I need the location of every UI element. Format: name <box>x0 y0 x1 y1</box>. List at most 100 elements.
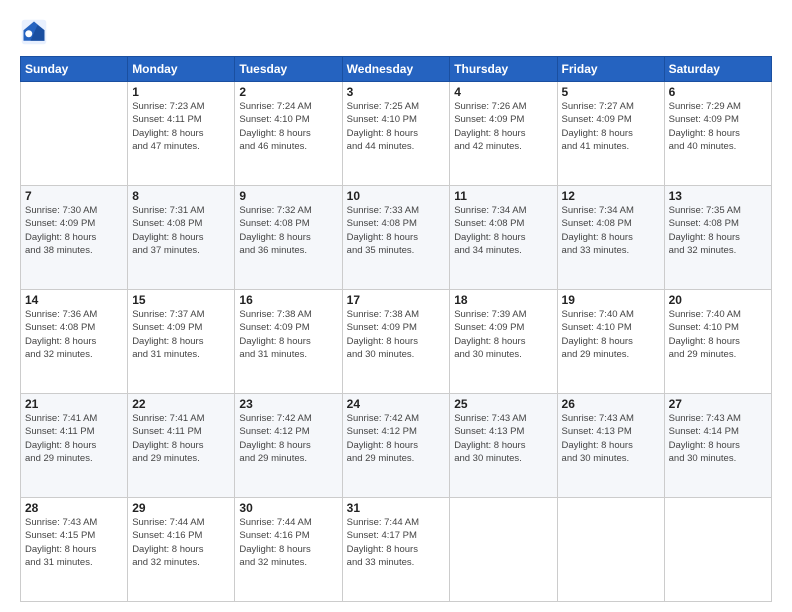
calendar-cell: 28Sunrise: 7:43 AM Sunset: 4:15 PM Dayli… <box>21 498 128 602</box>
day-info: Sunrise: 7:35 AM Sunset: 4:08 PM Dayligh… <box>669 204 767 257</box>
day-number: 5 <box>562 85 660 99</box>
calendar-cell: 29Sunrise: 7:44 AM Sunset: 4:16 PM Dayli… <box>128 498 235 602</box>
calendar-cell: 3Sunrise: 7:25 AM Sunset: 4:10 PM Daylig… <box>342 82 450 186</box>
day-number: 15 <box>132 293 230 307</box>
calendar-week-row: 21Sunrise: 7:41 AM Sunset: 4:11 PM Dayli… <box>21 394 772 498</box>
day-info: Sunrise: 7:25 AM Sunset: 4:10 PM Dayligh… <box>347 100 446 153</box>
calendar-cell: 27Sunrise: 7:43 AM Sunset: 4:14 PM Dayli… <box>664 394 771 498</box>
day-info: Sunrise: 7:41 AM Sunset: 4:11 PM Dayligh… <box>25 412 123 465</box>
calendar-cell: 7Sunrise: 7:30 AM Sunset: 4:09 PM Daylig… <box>21 186 128 290</box>
day-number: 3 <box>347 85 446 99</box>
calendar-cell: 23Sunrise: 7:42 AM Sunset: 4:12 PM Dayli… <box>235 394 342 498</box>
day-number: 6 <box>669 85 767 99</box>
day-info: Sunrise: 7:36 AM Sunset: 4:08 PM Dayligh… <box>25 308 123 361</box>
weekday-header: Thursday <box>450 57 557 82</box>
day-info: Sunrise: 7:26 AM Sunset: 4:09 PM Dayligh… <box>454 100 552 153</box>
day-info: Sunrise: 7:43 AM Sunset: 4:14 PM Dayligh… <box>669 412 767 465</box>
calendar-cell: 11Sunrise: 7:34 AM Sunset: 4:08 PM Dayli… <box>450 186 557 290</box>
day-info: Sunrise: 7:34 AM Sunset: 4:08 PM Dayligh… <box>562 204 660 257</box>
day-info: Sunrise: 7:43 AM Sunset: 4:13 PM Dayligh… <box>562 412 660 465</box>
day-info: Sunrise: 7:43 AM Sunset: 4:15 PM Dayligh… <box>25 516 123 569</box>
calendar-cell <box>450 498 557 602</box>
day-info: Sunrise: 7:41 AM Sunset: 4:11 PM Dayligh… <box>132 412 230 465</box>
day-info: Sunrise: 7:44 AM Sunset: 4:16 PM Dayligh… <box>239 516 337 569</box>
day-number: 20 <box>669 293 767 307</box>
day-number: 16 <box>239 293 337 307</box>
day-number: 19 <box>562 293 660 307</box>
day-number: 12 <box>562 189 660 203</box>
day-info: Sunrise: 7:32 AM Sunset: 4:08 PM Dayligh… <box>239 204 337 257</box>
day-number: 26 <box>562 397 660 411</box>
day-number: 17 <box>347 293 446 307</box>
day-info: Sunrise: 7:31 AM Sunset: 4:08 PM Dayligh… <box>132 204 230 257</box>
calendar-cell <box>21 82 128 186</box>
day-number: 10 <box>347 189 446 203</box>
calendar-week-row: 1Sunrise: 7:23 AM Sunset: 4:11 PM Daylig… <box>21 82 772 186</box>
day-number: 14 <box>25 293 123 307</box>
day-info: Sunrise: 7:43 AM Sunset: 4:13 PM Dayligh… <box>454 412 552 465</box>
day-number: 13 <box>669 189 767 203</box>
calendar-cell: 1Sunrise: 7:23 AM Sunset: 4:11 PM Daylig… <box>128 82 235 186</box>
day-info: Sunrise: 7:40 AM Sunset: 4:10 PM Dayligh… <box>562 308 660 361</box>
day-info: Sunrise: 7:39 AM Sunset: 4:09 PM Dayligh… <box>454 308 552 361</box>
day-number: 4 <box>454 85 552 99</box>
weekday-header: Friday <box>557 57 664 82</box>
day-info: Sunrise: 7:37 AM Sunset: 4:09 PM Dayligh… <box>132 308 230 361</box>
calendar-cell: 25Sunrise: 7:43 AM Sunset: 4:13 PM Dayli… <box>450 394 557 498</box>
weekday-header: Sunday <box>21 57 128 82</box>
day-info: Sunrise: 7:29 AM Sunset: 4:09 PM Dayligh… <box>669 100 767 153</box>
day-info: Sunrise: 7:27 AM Sunset: 4:09 PM Dayligh… <box>562 100 660 153</box>
day-info: Sunrise: 7:42 AM Sunset: 4:12 PM Dayligh… <box>239 412 337 465</box>
day-info: Sunrise: 7:44 AM Sunset: 4:17 PM Dayligh… <box>347 516 446 569</box>
day-number: 23 <box>239 397 337 411</box>
calendar-cell: 16Sunrise: 7:38 AM Sunset: 4:09 PM Dayli… <box>235 290 342 394</box>
page: SundayMondayTuesdayWednesdayThursdayFrid… <box>0 0 792 612</box>
calendar-cell: 6Sunrise: 7:29 AM Sunset: 4:09 PM Daylig… <box>664 82 771 186</box>
header <box>20 18 772 46</box>
day-number: 28 <box>25 501 123 515</box>
day-number: 24 <box>347 397 446 411</box>
weekday-header: Monday <box>128 57 235 82</box>
calendar-cell: 9Sunrise: 7:32 AM Sunset: 4:08 PM Daylig… <box>235 186 342 290</box>
calendar-week-row: 14Sunrise: 7:36 AM Sunset: 4:08 PM Dayli… <box>21 290 772 394</box>
day-number: 11 <box>454 189 552 203</box>
logo-icon <box>20 18 48 46</box>
day-number: 22 <box>132 397 230 411</box>
calendar-cell <box>557 498 664 602</box>
calendar-cell: 22Sunrise: 7:41 AM Sunset: 4:11 PM Dayli… <box>128 394 235 498</box>
day-number: 1 <box>132 85 230 99</box>
calendar-cell: 4Sunrise: 7:26 AM Sunset: 4:09 PM Daylig… <box>450 82 557 186</box>
day-number: 30 <box>239 501 337 515</box>
day-info: Sunrise: 7:23 AM Sunset: 4:11 PM Dayligh… <box>132 100 230 153</box>
calendar-cell: 10Sunrise: 7:33 AM Sunset: 4:08 PM Dayli… <box>342 186 450 290</box>
day-number: 2 <box>239 85 337 99</box>
calendar-cell: 30Sunrise: 7:44 AM Sunset: 4:16 PM Dayli… <box>235 498 342 602</box>
day-info: Sunrise: 7:38 AM Sunset: 4:09 PM Dayligh… <box>239 308 337 361</box>
day-number: 9 <box>239 189 337 203</box>
calendar-table: SundayMondayTuesdayWednesdayThursdayFrid… <box>20 56 772 602</box>
day-info: Sunrise: 7:44 AM Sunset: 4:16 PM Dayligh… <box>132 516 230 569</box>
weekday-header: Wednesday <box>342 57 450 82</box>
calendar-cell: 21Sunrise: 7:41 AM Sunset: 4:11 PM Dayli… <box>21 394 128 498</box>
day-info: Sunrise: 7:33 AM Sunset: 4:08 PM Dayligh… <box>347 204 446 257</box>
weekday-header: Saturday <box>664 57 771 82</box>
day-number: 31 <box>347 501 446 515</box>
weekday-header: Tuesday <box>235 57 342 82</box>
calendar-cell: 31Sunrise: 7:44 AM Sunset: 4:17 PM Dayli… <box>342 498 450 602</box>
day-info: Sunrise: 7:38 AM Sunset: 4:09 PM Dayligh… <box>347 308 446 361</box>
calendar-cell: 19Sunrise: 7:40 AM Sunset: 4:10 PM Dayli… <box>557 290 664 394</box>
calendar-header-row: SundayMondayTuesdayWednesdayThursdayFrid… <box>21 57 772 82</box>
logo <box>20 18 52 46</box>
day-number: 25 <box>454 397 552 411</box>
calendar-cell: 26Sunrise: 7:43 AM Sunset: 4:13 PM Dayli… <box>557 394 664 498</box>
day-info: Sunrise: 7:34 AM Sunset: 4:08 PM Dayligh… <box>454 204 552 257</box>
calendar-cell: 5Sunrise: 7:27 AM Sunset: 4:09 PM Daylig… <box>557 82 664 186</box>
calendar-week-row: 7Sunrise: 7:30 AM Sunset: 4:09 PM Daylig… <box>21 186 772 290</box>
calendar-cell: 2Sunrise: 7:24 AM Sunset: 4:10 PM Daylig… <box>235 82 342 186</box>
day-info: Sunrise: 7:30 AM Sunset: 4:09 PM Dayligh… <box>25 204 123 257</box>
day-number: 21 <box>25 397 123 411</box>
calendar-week-row: 28Sunrise: 7:43 AM Sunset: 4:15 PM Dayli… <box>21 498 772 602</box>
day-number: 7 <box>25 189 123 203</box>
day-info: Sunrise: 7:24 AM Sunset: 4:10 PM Dayligh… <box>239 100 337 153</box>
day-number: 29 <box>132 501 230 515</box>
